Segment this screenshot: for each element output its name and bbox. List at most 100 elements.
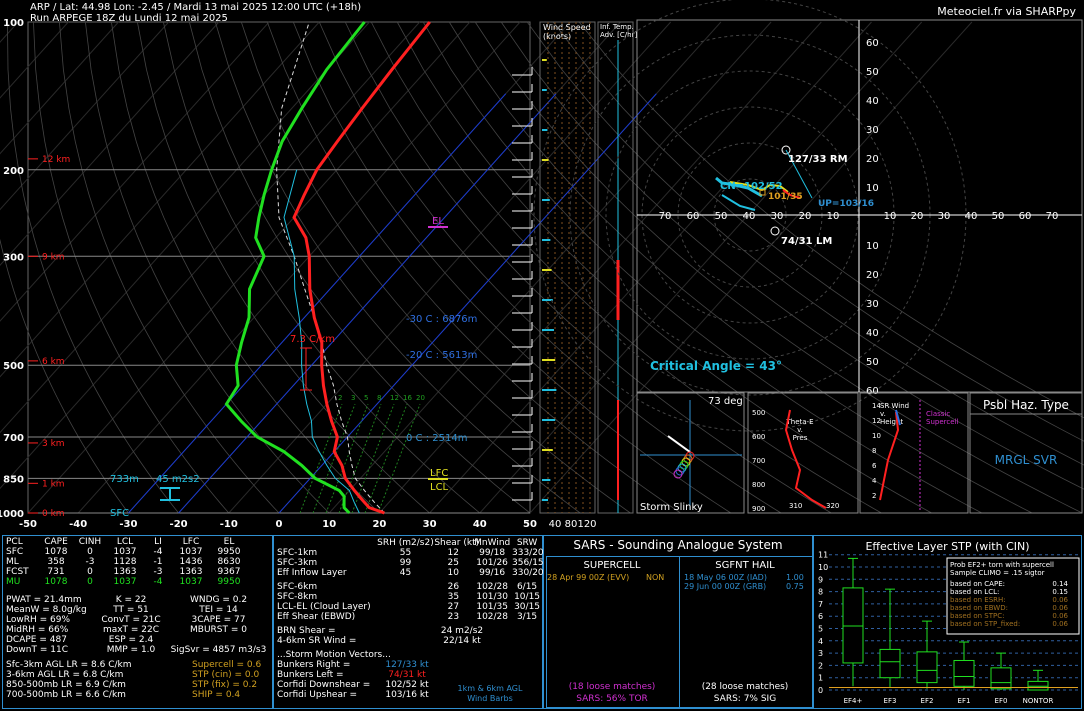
cell: 102/28 [476, 612, 509, 622]
cell: MU [6, 577, 21, 587]
temp-tick-label: -30 [119, 519, 137, 530]
theta-title: v. [797, 426, 803, 434]
cell: EL [223, 537, 235, 547]
cell: 101/30 [476, 592, 509, 602]
barbs-label: 1km & 6km AGL Wind Barbs [457, 684, 523, 703]
iso-20-label: -20 C : 5613m [406, 350, 477, 361]
wind-speed-unit: (knots) [543, 32, 571, 41]
stp-ytick: 3 [818, 649, 823, 658]
cell: 356/15 [512, 558, 544, 568]
cell: 1436 [179, 557, 203, 567]
cell: Corfidi Upshear = [277, 690, 358, 700]
cell: 26 [447, 582, 460, 592]
pressure-tick-label: 100 [3, 18, 24, 29]
temp-tick-label: 10 [322, 519, 336, 530]
stp-box [879, 648, 901, 679]
mixing-ratio-label: 8 [377, 394, 381, 402]
cell: 127/33 kt [385, 660, 429, 670]
srwind-classic: Classic [926, 410, 950, 418]
haz-title: Psbl Haz. Type [983, 398, 1069, 412]
slinky-motion [667, 435, 691, 453]
hodo-ring-label: 40 [866, 328, 879, 339]
cell: -3 [153, 567, 163, 577]
lm-label: 74/31 LM [781, 236, 832, 247]
pressure-tick-label: 700 [3, 433, 24, 444]
wind-speed-tick: 120 [577, 519, 596, 530]
hodo-axis-label: 50 [992, 211, 1005, 222]
cell: SFC-6km [277, 582, 318, 592]
motion-title: ...Storm Motion Vectors... [277, 650, 391, 660]
cn-label: CN=102/52 [720, 181, 783, 192]
cell: SFC-8km [277, 592, 318, 602]
srwind-height: 8 [872, 447, 876, 455]
cell: 1078 [44, 547, 68, 557]
cell: 9950 [217, 577, 241, 587]
cell: 333/20 [512, 548, 544, 558]
cell: DownT = 11C [6, 645, 68, 655]
hodo-axis-label: 50 [715, 211, 728, 222]
sars-hail-loose: (28 loose matches) [701, 682, 789, 692]
sars-supercell-type: NON [646, 573, 665, 582]
composite-row: STP (cin) = 0.0 [192, 670, 260, 680]
cell: 101/35 [476, 602, 509, 612]
stp-prob-value: 0.15 [1052, 588, 1068, 596]
theta-x-label: 320 [826, 502, 839, 510]
cell: -4 [153, 547, 163, 557]
hodo-ring-label: 30 [866, 299, 879, 310]
sfc-label: SFC [110, 508, 129, 519]
hodo-ring-label: 40 [866, 96, 879, 107]
iso-30-label: -30 C : 6876m [406, 314, 477, 325]
srwind-height: 12 [872, 417, 881, 425]
cell: 22/14 kt [443, 636, 481, 646]
height-label: 1 km [42, 479, 65, 489]
slinky-label: Storm Slinky [640, 502, 703, 513]
temp-tick-label: 30 [423, 519, 437, 530]
kin-header: SRH (m2/s2) Shear (kt) MnWind SRW [277, 538, 542, 548]
stp-prob-label: based on LCL: [950, 588, 999, 596]
composite-row: Supercell = 0.6 [192, 660, 262, 670]
cell: FCST [6, 567, 29, 577]
cell: 3CAPE = 77 [191, 615, 246, 625]
mixing-ratio-label: 12 [390, 394, 399, 402]
stp-category: EF0 [995, 697, 1008, 705]
pressure-tick-label: 850 [3, 474, 24, 485]
cell: 99/16 [479, 568, 506, 578]
hodo-axis-label: 60 [1019, 211, 1032, 222]
stp-category: EF3 [884, 697, 897, 705]
lcl-label: LCL [430, 482, 449, 493]
pressure-tick-label: 500 [3, 361, 24, 372]
pressure-tick-label: 300 [3, 252, 24, 263]
hodo-axis-label: 40 [965, 211, 978, 222]
stp-prob-value: 0.06 [1052, 612, 1068, 620]
lapse-rate-label: 7.3 C/km [290, 334, 335, 345]
index-row: DCAPE = 487 ESP = 2.4 [6, 635, 271, 645]
theta-title: Theta-E [785, 418, 813, 426]
kin-row: Eff Shear (EBWD) 23 102/28 3/15 [277, 612, 542, 622]
cell: BRN Shear = [277, 626, 336, 636]
hodo-ring-label: 50 [866, 357, 879, 368]
cell: SFC-1km [277, 548, 318, 558]
stp-category: NONTOR [1023, 697, 1054, 705]
hodo-axis-label: 30 [771, 211, 784, 222]
stp-box [916, 651, 938, 684]
stp-prob-value: 0.14 [1052, 580, 1068, 588]
stp-prob-label: based on STPC: [950, 612, 1005, 620]
cell [377, 582, 435, 592]
theta-y-label: 700 [752, 457, 765, 465]
cell: -3 [85, 557, 95, 567]
pressure-tick-label: 200 [3, 166, 24, 177]
stp-category: EF1 [958, 697, 971, 705]
stp-boxplot: 11109876543210EF4+ EF3 EF2 EF1 EF0 NONTORProb… [818, 551, 1080, 705]
index-row: MidRH = 66% maxT = 22C MBURST = 0 [6, 625, 271, 635]
composite-row: STP (fix) = 0.2 [192, 680, 258, 690]
cell: 102/52 kt [385, 680, 429, 690]
haz-value: MRGL SVR [995, 453, 1058, 467]
cell: CINH [78, 537, 102, 547]
cell: 1363 [179, 567, 203, 577]
cell: MeanW = 8.0g/kg [6, 605, 87, 615]
kin-row: Eff Inflow Layer 45 10 99/16 330/20 [277, 568, 544, 578]
cell: SRH (m2/s2) [377, 538, 434, 548]
cell: ConvT = 21C [101, 615, 161, 625]
hodo-axis-label: 60 [687, 211, 700, 222]
mixing-ratio-label: 2 [338, 394, 342, 402]
